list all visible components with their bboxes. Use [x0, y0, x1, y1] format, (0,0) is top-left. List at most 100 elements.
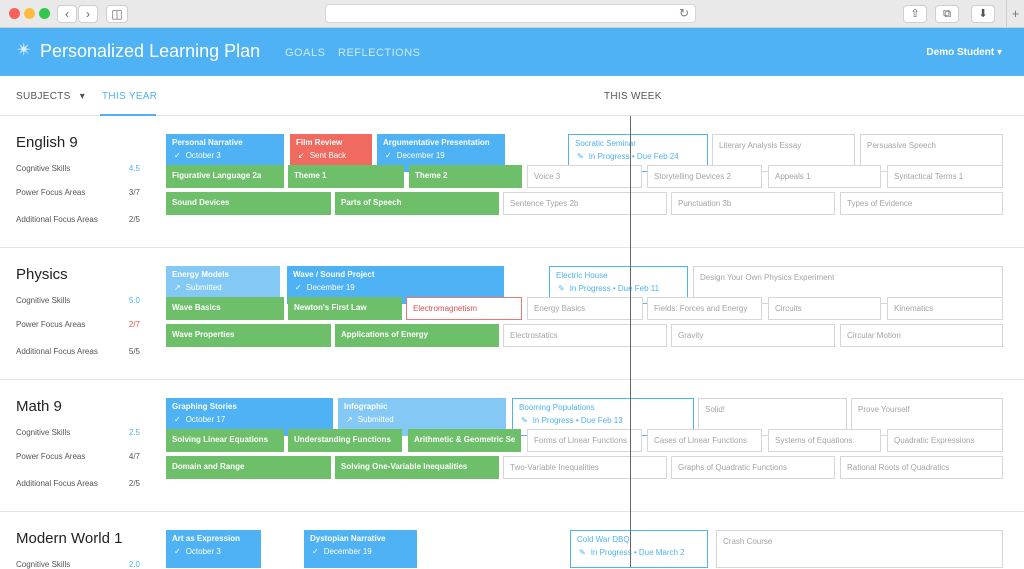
focus-area-card[interactable]: Two-Variable Inequalities	[503, 456, 667, 479]
focus-area-card[interactable]: Rational Roots of Quadratics	[840, 456, 1003, 479]
metric-label: Cognitive Skills	[16, 164, 71, 173]
project-card[interactable]: Dystopian Narrative ✓ December 19	[304, 530, 417, 568]
focus-area-card[interactable]: Forms of Linear Functions	[527, 429, 642, 452]
focus-area-card[interactable]: Wave Properties	[166, 324, 331, 347]
focus-area-card[interactable]: Circuits	[768, 297, 881, 320]
tabs-icon[interactable]: ⧉	[935, 5, 959, 23]
chevron-down-icon: ▾	[996, 47, 1002, 58]
focus-area-card[interactable]: Quadratic Expressions	[887, 429, 1003, 452]
focus-area-card[interactable]: Punctuation 3b	[671, 192, 835, 215]
card-title: Solving Linear Equations	[172, 435, 269, 444]
metric-value: 3/7	[128, 188, 140, 197]
focus-area-card[interactable]: Cases of Linear Functions	[647, 429, 762, 452]
focus-area-card[interactable]: Crash Course	[716, 530, 1003, 568]
card-status-text: In Progress • Due Feb 11	[569, 284, 660, 293]
check-icon: ✓	[174, 547, 181, 556]
user-name: Demo Student	[926, 47, 995, 58]
focus-area-card[interactable]: Newton's First Law	[288, 297, 402, 320]
nav-goals[interactable]: GOALS	[285, 47, 325, 59]
section-divider	[0, 511, 1024, 512]
focus-area-card[interactable]: Understanding Functions	[288, 429, 402, 452]
tab-this-year[interactable]: THIS YEAR	[102, 91, 157, 102]
card-status: ✓ December 19	[383, 151, 499, 160]
chevron-right-icon[interactable]: ›	[78, 5, 98, 23]
focus-area-card[interactable]: Appeals 1	[768, 165, 881, 188]
user-menu[interactable]: Demo Student ▾	[926, 47, 1002, 58]
zoom-window-button[interactable]	[39, 8, 50, 19]
focus-area-card[interactable]: Storytelling Devices 2	[647, 165, 762, 188]
card-title: Infographic	[344, 402, 388, 411]
card-title: Theme 2	[415, 171, 448, 180]
metric-value: 5.0	[128, 296, 140, 305]
focus-area-card[interactable]: Wave Basics	[166, 297, 284, 320]
focus-area-card[interactable]: Sound Devices	[166, 192, 331, 215]
focus-area-card[interactable]: Solving One-Variable Inequalities	[335, 456, 499, 479]
card-title: Forms of Linear Functions	[534, 436, 627, 445]
focus-area-card[interactable]: Electrostatics	[503, 324, 667, 347]
project-card[interactable]: Art as Expression ✓ October 3	[166, 530, 261, 568]
focus-area-card[interactable]: Voice 3	[527, 165, 642, 188]
plus-icon[interactable]: +	[1006, 0, 1024, 28]
focus-area-card[interactable]: Electromagnetism	[406, 297, 522, 320]
focus-area-card[interactable]: Theme 1	[288, 165, 404, 188]
check-icon: ✓	[385, 151, 392, 160]
focus-area-card[interactable]: Types of Evidence	[840, 192, 1003, 215]
check-icon: ✓	[174, 415, 181, 424]
card-status: ✓ October 17	[172, 415, 327, 424]
card-title: Storytelling Devices 2	[654, 172, 731, 181]
close-window-button[interactable]	[9, 8, 20, 19]
focus-area-card[interactable]: Systems of Equations	[768, 429, 881, 452]
card-title: Prove Yourself	[858, 405, 910, 414]
card-status: ✎ In Progress • Due Feb 24	[575, 152, 701, 161]
card-status: ✎ In Progress • Due March 2	[577, 548, 701, 557]
metric-label: Power Focus Areas	[16, 188, 86, 197]
card-title: Quadratic Expressions	[894, 436, 975, 445]
focus-area-card[interactable]: Sentence Types 2b	[503, 192, 667, 215]
card-title: Cold War DBQ	[577, 535, 630, 544]
tab-this-week[interactable]: THIS WEEK	[604, 91, 662, 102]
project-card[interactable]: Cold War DBQ ✎ In Progress • Due March 2	[570, 530, 708, 568]
focus-area-card[interactable]: Kinematics	[887, 297, 1003, 320]
subjects-dropdown[interactable]: SUBJECTS ▾	[16, 91, 85, 102]
card-title: Syntactical Terms 1	[894, 172, 964, 181]
focus-area-card[interactable]: Parts of Speech	[335, 192, 499, 215]
focus-area-card[interactable]: Solving Linear Equations	[166, 429, 284, 452]
pencil-icon: ✎	[577, 152, 584, 161]
minimize-window-button[interactable]	[24, 8, 35, 19]
card-title: Electrostatics	[510, 331, 558, 340]
focus-area-card[interactable]: Arithmetic & Geometric Se	[408, 429, 521, 452]
card-title: Literary Analysis Essay	[719, 141, 802, 150]
chevron-left-icon[interactable]: ‹	[57, 5, 77, 23]
focus-area-card[interactable]: Theme 2	[409, 165, 522, 188]
nav-reflections[interactable]: REFLECTIONS	[338, 47, 421, 59]
card-title: Gravity	[678, 331, 704, 340]
download-icon[interactable]: ⬇	[971, 5, 995, 23]
arrow-down-left-icon: ↙	[298, 151, 305, 160]
focus-area-card[interactable]: Fields: Forces and Energy	[647, 297, 762, 320]
card-title: Circuits	[775, 304, 802, 313]
card-title: Booming Populations	[519, 403, 595, 412]
card-status-text: Submitted	[357, 415, 394, 424]
app-header: ✴ Personalized Learning Plan GOALS REFLE…	[0, 28, 1024, 76]
focus-area-card[interactable]: Syntactical Terms 1	[887, 165, 1003, 188]
share-icon[interactable]: ⇧	[903, 5, 927, 23]
focus-area-card[interactable]: Circular Motion	[840, 324, 1003, 347]
focus-area-card[interactable]: Energy Basics	[527, 297, 643, 320]
focus-area-card[interactable]: Domain and Range	[166, 456, 331, 479]
card-status: ✓ December 19	[293, 283, 498, 292]
focus-area-card[interactable]: Figurative Language 2a	[166, 165, 284, 188]
card-title: Punctuation 3b	[678, 199, 732, 208]
card-title: Circular Motion	[847, 331, 901, 340]
section-divider	[0, 247, 1024, 248]
check-icon: ✓	[312, 547, 319, 556]
pencil-icon: ✎	[521, 416, 528, 425]
card-title: Newton's First Law	[294, 303, 367, 312]
subjects-label: SUBJECTS	[16, 91, 71, 102]
address-bar[interactable]: ↻	[325, 4, 696, 23]
card-title: Energy Basics	[534, 304, 586, 313]
focus-area-card[interactable]: Applications of Energy	[335, 324, 499, 347]
focus-area-card[interactable]: Graphs of Quadratic Functions	[671, 456, 835, 479]
focus-area-card[interactable]: Gravity	[671, 324, 835, 347]
reload-icon[interactable]: ↻	[679, 6, 689, 20]
sidebar-icon[interactable]: ◫	[106, 5, 128, 23]
